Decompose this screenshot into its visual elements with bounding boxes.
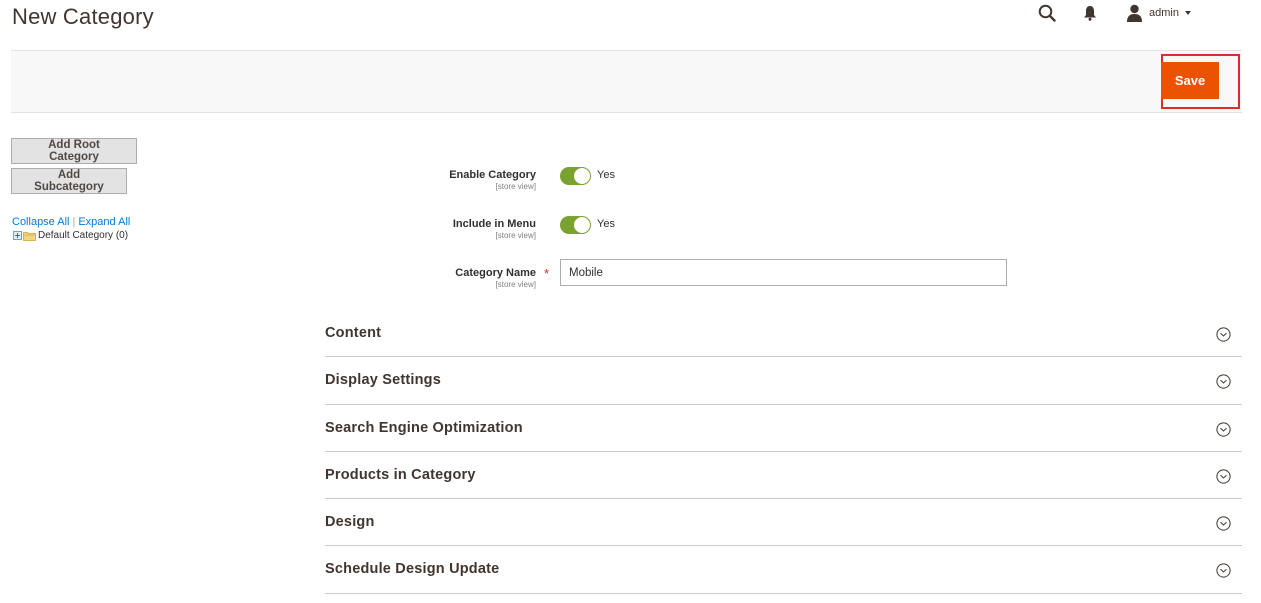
toggle-knob (574, 217, 590, 233)
tree-node-default-category[interactable]: Default Category (0) (13, 230, 128, 241)
section-title: Display Settings (325, 372, 442, 389)
section-search-engine-optimization[interactable]: Search Engine Optimization (325, 405, 1242, 452)
page-title: New Category (12, 4, 154, 29)
section-display-settings[interactable]: Display Settings (325, 357, 1242, 405)
section-design[interactable]: Design (325, 499, 1242, 547)
caret-down-icon (1184, 11, 1191, 15)
section-content[interactable]: Content (325, 310, 1242, 358)
include-in-menu-toggle[interactable] (560, 216, 591, 234)
bell-icon[interactable] (1083, 5, 1097, 21)
section-title: Design (325, 514, 375, 531)
enable-category-scope: [store view] (495, 182, 536, 191)
section-title: Products in Category (325, 466, 476, 483)
add-root-category-button[interactable]: Add Root Category (11, 138, 137, 164)
save-button[interactable]: Save (1161, 62, 1219, 99)
enable-category-label: Enable Category (449, 169, 536, 181)
section-title: Search Engine Optimization (325, 419, 523, 436)
section-title: Schedule Design Update (325, 561, 500, 578)
section-products-in-category[interactable]: Products in Category (325, 452, 1242, 500)
category-name-label: Category Name (455, 267, 536, 279)
section-schedule-design-update[interactable]: Schedule Design Update (325, 546, 1242, 594)
user-menu[interactable]: admin (1126, 3, 1191, 23)
section-title: Content (325, 325, 382, 341)
toggle-knob (574, 168, 590, 184)
form-sections: Content Display Settings Search Engine O… (325, 310, 1242, 594)
chevron-down-icon (1216, 421, 1231, 437)
collapse-all-link[interactable]: Collapse All (12, 216, 69, 228)
expand-all-link[interactable]: Expand All (78, 216, 130, 228)
field-category-name: Category Name [store view] * (330, 259, 1030, 297)
user-name: admin (1149, 7, 1179, 19)
required-indicator: * (544, 266, 550, 281)
include-in-menu-scope: [store view] (495, 231, 536, 240)
chevron-down-icon (1216, 469, 1231, 484)
user-icon (1127, 4, 1142, 22)
page-actions-bar (11, 50, 1242, 113)
category-name-scope: [store view] (495, 280, 536, 289)
chevron-down-icon (1216, 374, 1231, 389)
folder-icon (23, 231, 36, 241)
search-icon[interactable] (1038, 4, 1056, 22)
chevron-down-icon (1216, 327, 1231, 342)
category-name-input[interactable] (560, 259, 1007, 286)
chevron-down-icon (1216, 563, 1231, 579)
tree-node-label: Default Category (0) (38, 230, 129, 241)
field-enable-category: Enable Category [store view] Yes (330, 167, 1030, 199)
tree-controls-separator: | (72, 216, 76, 228)
tree-controls: Collapse All | Expand All (12, 216, 130, 228)
enable-category-value: Yes (597, 169, 615, 181)
expand-node-icon[interactable] (13, 231, 22, 240)
include-in-menu-value: Yes (597, 218, 615, 230)
add-subcategory-button[interactable]: Add Subcategory (11, 168, 127, 194)
include-in-menu-label: Include in Menu (452, 218, 536, 230)
enable-category-toggle[interactable] (560, 167, 591, 185)
chevron-down-icon (1216, 516, 1231, 531)
header-actions: admin (961, 0, 1261, 28)
field-include-in-menu: Include in Menu [store view] Yes (330, 216, 1030, 248)
